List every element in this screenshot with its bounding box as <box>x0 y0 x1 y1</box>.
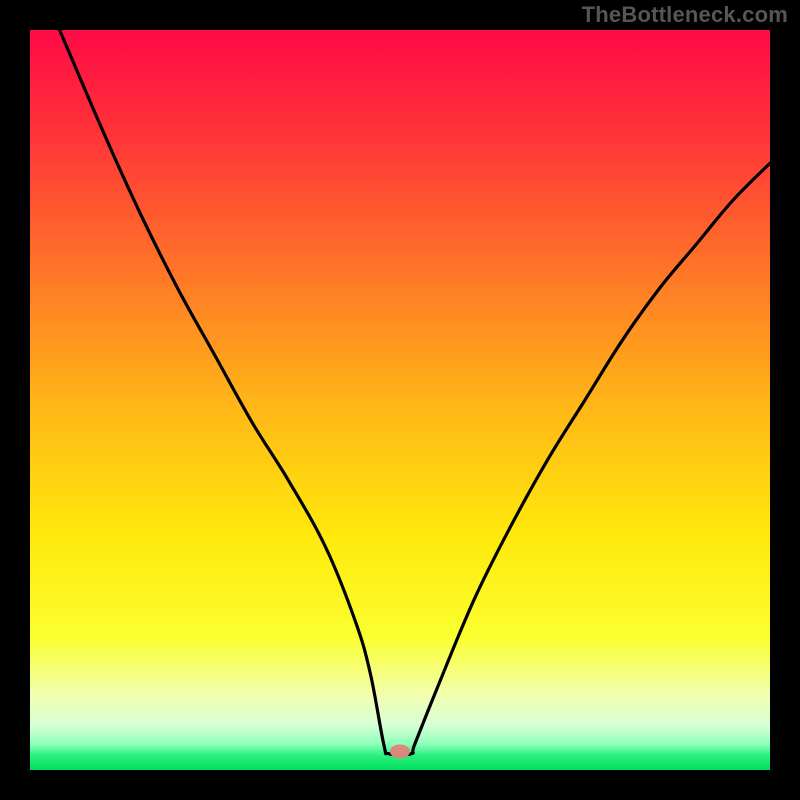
gradient-background <box>30 30 770 770</box>
bottleneck-chart <box>0 0 800 800</box>
optimal-point-marker <box>390 745 410 759</box>
watermark-text: TheBottleneck.com <box>582 2 788 28</box>
chart-frame: TheBottleneck.com <box>0 0 800 800</box>
